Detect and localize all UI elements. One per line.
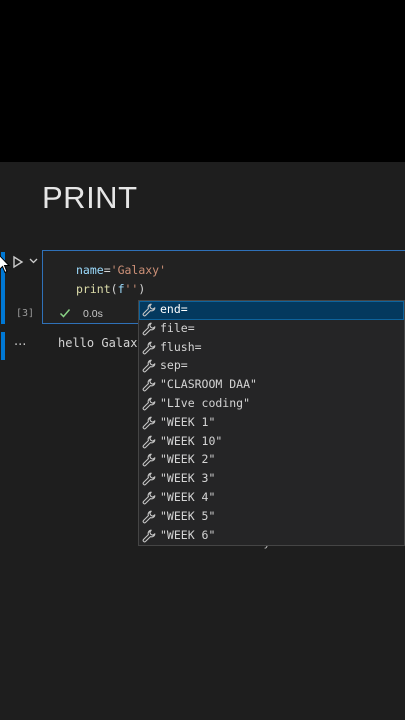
code-fstring: '' (124, 282, 139, 296)
code-variable: name (76, 263, 104, 277)
suggestion-label: "WEEK 4" (160, 489, 216, 504)
markdown-heading: PRINT (42, 180, 138, 215)
wrench-icon (142, 416, 156, 430)
code-fstring-prefix: f (117, 282, 125, 296)
check-icon (59, 309, 71, 318)
mouse-cursor-icon (0, 255, 10, 274)
wrench-icon (142, 510, 156, 524)
wrench-icon (142, 303, 156, 317)
execution-count: [3] (16, 308, 35, 319)
code-operator: = (103, 263, 111, 277)
suggestion-item[interactable]: "WEEK 5" (139, 508, 404, 527)
suggestion-label: end= (160, 302, 188, 316)
suggestion-label: "WEEK 5" (160, 508, 216, 523)
suggestion-item[interactable]: "WEEK 3" (139, 470, 404, 489)
suggestion-item[interactable]: file= (139, 320, 404, 339)
wrench-icon (142, 454, 156, 467)
output-more-button[interactable]: ... (14, 334, 26, 349)
wrench-icon (142, 491, 156, 505)
suggestion-label: "WEEK 1" (160, 414, 216, 429)
wrench-icon (142, 472, 156, 486)
suggestion-item[interactable]: "WEEK 10" (139, 433, 404, 452)
code-line-2[interactable]: print(f'') (76, 282, 145, 296)
wrench-icon (142, 322, 156, 336)
execution-duration: 0.0s (83, 308, 103, 320)
suggestion-label: "WEEK 2" (160, 452, 216, 467)
suggestion-item[interactable]: "WEEK 4" (139, 489, 404, 508)
code-string: 'Galaxy' (110, 263, 167, 277)
wrench-icon (142, 435, 156, 448)
suggestion-label: sep= (160, 358, 188, 373)
wrench-icon (142, 397, 156, 411)
wrench-icon (142, 378, 156, 392)
code-paren-open: ( (110, 282, 118, 296)
suggestion-label: "LIve coding" (160, 395, 251, 410)
run-cell-icon[interactable] (12, 255, 24, 269)
suggestion-label: flush= (160, 339, 202, 354)
suggestion-label: file= (160, 320, 195, 335)
suggestion-item[interactable]: "LIve coding" (139, 395, 404, 414)
video-letterbox (0, 0, 405, 162)
code-function: print (76, 282, 111, 296)
code-paren-close: ) (138, 282, 146, 296)
suggestion-label: "WEEK 3" (160, 471, 216, 486)
suggestion-item[interactable]: sep= (139, 357, 404, 376)
wrench-icon (142, 360, 156, 373)
suggestion-item[interactable]: "WEEK 1" (139, 414, 404, 433)
suggestion-widget[interactable]: end= file= flush= sep= "CLASROOM DAA" "LIve c… (138, 300, 405, 546)
chevron-down-icon[interactable] (29, 255, 38, 267)
wrench-icon (142, 341, 156, 354)
suggestion-item[interactable]: "CLASROOM DAA" (139, 376, 404, 395)
suggestion-label: "CLASROOM DAA" (160, 377, 257, 392)
suggestion-item[interactable]: flush= (139, 339, 404, 358)
suggestion-item[interactable]: "WEEK 2" (139, 451, 404, 470)
output-focus-indicator (1, 332, 5, 360)
suggestion-item[interactable]: "WEEK 6" (139, 527, 404, 545)
suggestion-item[interactable]: end= (139, 301, 404, 320)
wrench-icon (142, 529, 156, 542)
code-line-1[interactable]: name='Galaxy' (76, 263, 166, 277)
cell-output: hello Galaxy (58, 336, 145, 350)
suggestion-label: "WEEK 10" (160, 433, 223, 448)
suggestion-label: "WEEK 6" (160, 527, 216, 542)
